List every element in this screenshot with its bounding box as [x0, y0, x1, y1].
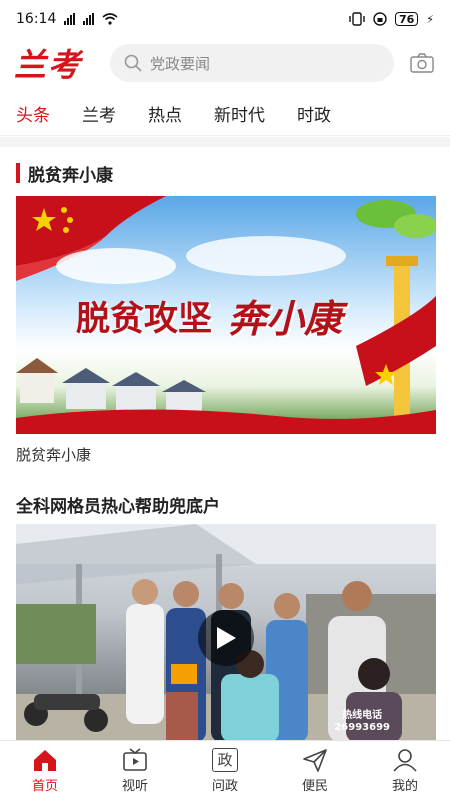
status-bar: 16:14 76 ⚡ — [0, 0, 450, 38]
zheng-icon: 政 — [212, 747, 238, 772]
banner-text-left: 脱贫攻坚 — [76, 299, 212, 339]
nav-media[interactable]: 视听 — [100, 747, 170, 794]
banner-text-right: 奔小康 — [228, 296, 343, 341]
vibrate-icon — [349, 12, 365, 26]
lock-rotation-icon — [373, 12, 387, 26]
banner-caption[interactable]: 脱贫奔小康 — [16, 444, 436, 465]
video-thumbnail[interactable]: 热线电话 26993699 — [16, 524, 436, 742]
nav-services-label: 便民 — [301, 778, 328, 794]
section-header: 脱贫奔小康 — [16, 150, 436, 196]
channel-tabs: 头条 兰考 热点 新时代 时政 — [0, 92, 450, 136]
nav-inquiry-label: 问政 — [211, 778, 238, 794]
nav-profile[interactable]: 我的 — [370, 748, 440, 794]
nav-home-label: 首页 — [31, 778, 58, 794]
nav-services[interactable]: 便民 — [280, 748, 350, 794]
tab-new-era[interactable]: 新时代 — [214, 101, 265, 126]
feature-banner[interactable]: 脱贫攻坚 奔小康 — [16, 196, 436, 434]
tv-icon — [123, 747, 147, 771]
hotline-overlay: 热线电话 26993699 — [334, 710, 390, 734]
play-icon — [217, 627, 236, 649]
section-title: 脱贫奔小康 — [28, 165, 113, 186]
send-icon — [303, 748, 327, 772]
bottom-navigation: 首页 视听 政 问政 便民 我的 — [0, 740, 450, 800]
search-bar[interactable]: 党政要闻 — [110, 44, 394, 82]
banner-headline: 脱贫攻坚 奔小康 — [76, 288, 342, 343]
signal-icon — [64, 13, 76, 25]
feature-section: 脱贫奔小康 脱贫攻坚 奔小康 脱贫奔小康 — [16, 150, 436, 465]
battery-level: 76 — [398, 12, 415, 26]
app-header: 兰考 党政要闻 — [0, 38, 450, 88]
play-button[interactable] — [198, 610, 254, 666]
tab-lankao[interactable]: 兰考 — [82, 101, 116, 126]
home-icon — [34, 749, 56, 771]
nav-profile-label: 我的 — [391, 778, 418, 794]
wifi-icon — [102, 13, 118, 25]
search-icon — [124, 54, 142, 72]
camera-icon — [410, 53, 434, 73]
search-placeholder: 党政要闻 — [150, 54, 211, 73]
battery-indicator: 76 — [394, 12, 419, 26]
tab-politics[interactable]: 时政 — [297, 101, 331, 126]
nav-home[interactable]: 首页 — [10, 748, 80, 794]
signal-icon-2 — [83, 13, 95, 25]
status-time: 16:14 — [16, 11, 57, 27]
charging-icon: ⚡ — [426, 12, 434, 26]
tab-headlines[interactable]: 头条 — [16, 101, 50, 126]
hotline-number: 26993699 — [334, 722, 390, 733]
nav-inquiry[interactable]: 政 问政 — [190, 747, 260, 794]
camera-button[interactable] — [408, 49, 436, 77]
article-card[interactable]: 全科网格员热心帮助兜底户 热线电话 26993699 — [16, 484, 436, 742]
zheng-icon-text: 政 — [217, 751, 233, 769]
section-accent-bar — [16, 163, 20, 183]
hotline-label: 热线电话 — [342, 710, 383, 721]
tab-hot[interactable]: 热点 — [148, 101, 182, 126]
article-title[interactable]: 全科网格员热心帮助兜底户 — [16, 484, 436, 524]
nav-media-label: 视听 — [121, 778, 148, 794]
section-divider — [0, 137, 450, 147]
app-logo: 兰考 — [14, 46, 83, 84]
user-icon — [393, 748, 417, 772]
